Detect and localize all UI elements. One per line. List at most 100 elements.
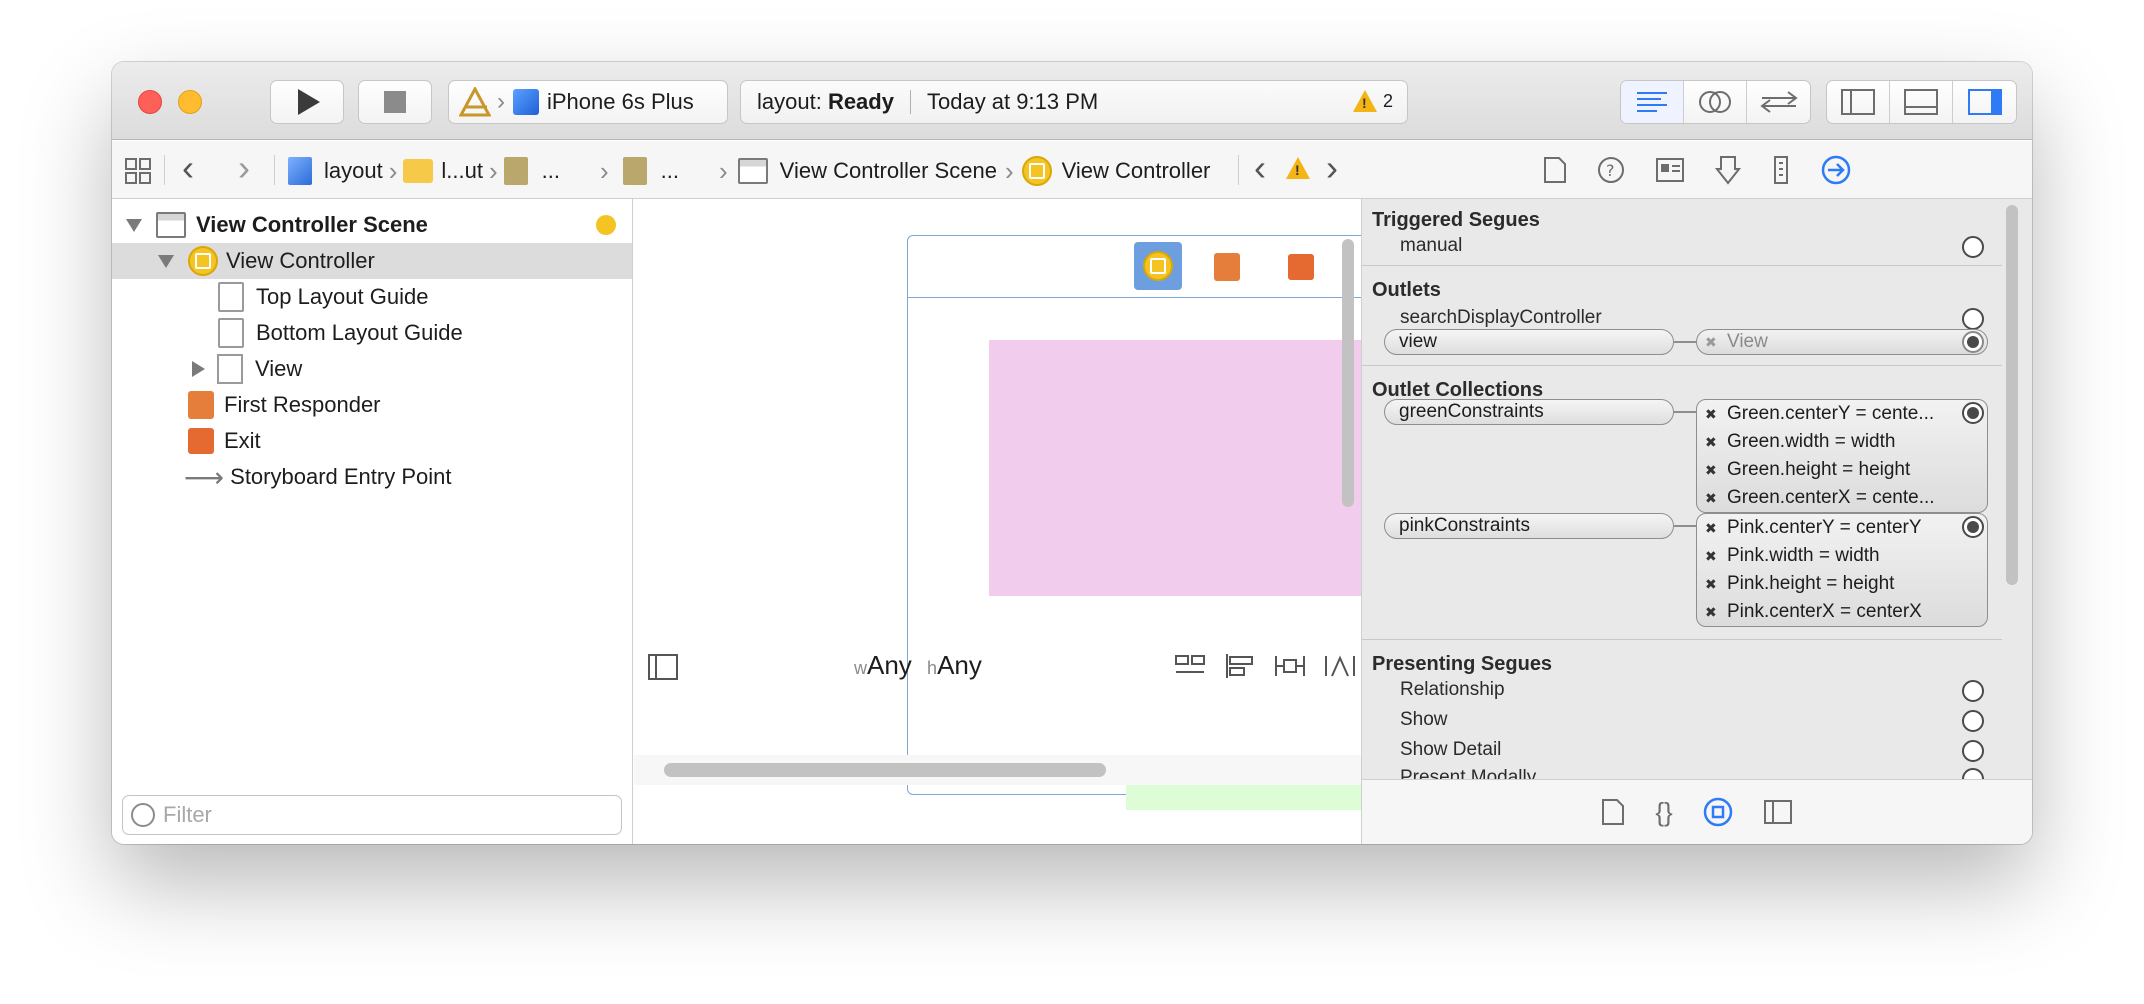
disconnect-icon[interactable]: ✖: [1705, 520, 1723, 537]
disconnect-icon[interactable]: ✖: [1705, 490, 1723, 507]
quick-help-icon[interactable]: ?: [1597, 156, 1625, 184]
run-button[interactable]: [270, 80, 344, 124]
file-template-library-icon[interactable]: [1601, 798, 1625, 826]
close-button[interactable]: [138, 90, 162, 114]
previous-issue-icon[interactable]: ‹: [1254, 147, 1266, 189]
collection-green-pill[interactable]: greenConstraints: [1384, 399, 1674, 425]
back-arrow-icon[interactable]: ‹: [182, 147, 194, 189]
standard-editor-button[interactable]: [1621, 81, 1684, 123]
connect-manual-circle[interactable]: [1962, 236, 1984, 258]
dock-view-controller-button[interactable]: [1134, 242, 1182, 290]
pink-constraint-label: Pink.centerY = centerY: [1727, 517, 1922, 538]
outline-item-view[interactable]: View: [192, 351, 302, 387]
canvas-vertical-scrollbar[interactable]: [1342, 239, 1354, 507]
breadcrumb-file[interactable]: ...: [542, 158, 560, 184]
file-inspector-icon[interactable]: [1543, 156, 1567, 184]
next-issue-icon[interactable]: ›: [1326, 147, 1338, 189]
chevron-right-icon: ›: [497, 88, 505, 115]
size-class-control[interactable]: wAny hAny: [854, 650, 982, 681]
outlet-view-pill[interactable]: view: [1384, 329, 1674, 355]
disconnect-icon[interactable]: ✖: [1705, 434, 1723, 451]
breadcrumb-group[interactable]: l...ut: [441, 158, 483, 184]
minimize-button[interactable]: [178, 90, 202, 114]
connect-green-circle[interactable]: [1962, 402, 1984, 424]
dock-exit-icon[interactable]: [1288, 254, 1314, 280]
disclosure-open-icon[interactable]: [126, 218, 142, 232]
collection-pink-pill[interactable]: pinkConstraints: [1384, 513, 1674, 539]
disconnect-icon[interactable]: ✖: [1705, 548, 1723, 565]
identity-inspector-icon[interactable]: [1655, 157, 1685, 183]
connect-pink-circle[interactable]: [1962, 516, 1984, 538]
assistant-editor-icon: [1699, 91, 1731, 113]
disclosure-closed-icon[interactable]: [192, 361, 205, 377]
attributes-inspector-icon[interactable]: [1715, 155, 1741, 185]
outline-item-exit[interactable]: Exit: [188, 423, 261, 459]
breadcrumb-scene[interactable]: View Controller Scene: [780, 158, 997, 184]
outline-item-view-controller[interactable]: View Controller: [158, 243, 375, 279]
related-items-icon[interactable]: [124, 157, 152, 185]
resolve-issues-icon[interactable]: [1324, 652, 1356, 680]
version-editor-button[interactable]: [1747, 81, 1810, 123]
disconnect-icon[interactable]: ✖: [1705, 406, 1723, 423]
toggle-navigator-button[interactable]: [1827, 81, 1890, 123]
outline-item-first-responder[interactable]: First Responder: [188, 387, 381, 423]
scene-status-icon[interactable]: [596, 215, 616, 235]
dock-first-responder-icon[interactable]: [1214, 253, 1240, 281]
object-library-icon[interactable]: [1703, 797, 1733, 827]
disconnect-icon[interactable]: ✖: [1705, 462, 1723, 479]
pin-icon[interactable]: [1274, 652, 1306, 680]
outline-item-entry-point[interactable]: ⟶ Storyboard Entry Point: [184, 459, 451, 495]
toggle-outline-icon[interactable]: [648, 654, 678, 680]
connection-line: [1674, 411, 1696, 413]
breadcrumb-view-controller[interactable]: View Controller: [1062, 158, 1211, 184]
connect-show-detail-circle[interactable]: [1962, 740, 1984, 762]
align-icon[interactable]: [1224, 652, 1256, 680]
scheme-selector[interactable]: › iPhone 6s Plus: [448, 80, 728, 124]
segue-manual-label: manual: [1400, 235, 1463, 256]
filter-placeholder: Filter: [163, 802, 212, 827]
outline-item-top-layout-guide[interactable]: Top Layout Guide: [218, 279, 428, 315]
connect-relationship-circle[interactable]: [1962, 680, 1984, 702]
scheme-device-label: iPhone 6s Plus: [547, 89, 694, 114]
warning-icon[interactable]: [1286, 157, 1310, 179]
connect-show-circle[interactable]: [1962, 710, 1984, 732]
pink-constraint-label: Pink.width = width: [1727, 545, 1880, 566]
disconnect-icon[interactable]: ✖: [1705, 576, 1723, 593]
toggle-utilities-button[interactable]: [1953, 81, 2016, 123]
media-library-icon[interactable]: [1763, 799, 1793, 825]
disconnect-icon[interactable]: ✖: [1705, 334, 1723, 351]
forward-arrow-icon[interactable]: ›: [238, 147, 250, 189]
disconnect-icon[interactable]: ✖: [1705, 604, 1723, 621]
pink-view[interactable]: [989, 340, 1361, 596]
exit-icon: [188, 428, 214, 454]
pink-constraint-row: ✖ Pink.centerY = centerY: [1697, 514, 1987, 542]
breadcrumb-base[interactable]: ...: [661, 158, 679, 184]
toggle-debug-button[interactable]: [1890, 81, 1953, 123]
section-divider: [1362, 365, 2002, 366]
connect-search-display-circle[interactable]: [1962, 308, 1984, 330]
folder-icon: [403, 159, 434, 183]
outline-label: View Controller Scene: [196, 212, 428, 237]
filter-field[interactable]: Filter: [122, 795, 622, 835]
size-inspector-icon[interactable]: [1771, 155, 1791, 185]
view-toggle-control: [1826, 80, 2017, 124]
section-title-presenting-segues: Presenting Segues: [1372, 653, 1553, 675]
breadcrumb-project[interactable]: layout: [324, 158, 383, 184]
inspector-scrollbar[interactable]: [2006, 205, 2018, 585]
outline-item-scene[interactable]: View Controller Scene: [126, 207, 428, 243]
green-constraint-label: Green.width = width: [1727, 431, 1896, 452]
section-title-triggered-segues: Triggered Segues: [1372, 209, 1540, 231]
connections-inspector-icon[interactable]: [1821, 155, 1851, 185]
stack-icon[interactable]: [1174, 652, 1206, 680]
connect-view-circle[interactable]: [1962, 331, 1984, 353]
assistant-editor-button[interactable]: [1684, 81, 1747, 123]
code-snippet-library-icon[interactable]: {}: [1655, 797, 1672, 828]
outlet-view-target: ✖ View: [1696, 329, 1988, 355]
outline-item-bottom-layout-guide[interactable]: Bottom Layout Guide: [218, 315, 463, 351]
stop-button[interactable]: [358, 80, 432, 124]
disclosure-open-icon[interactable]: [158, 254, 174, 268]
warning-indicator[interactable]: 2: [1352, 90, 1393, 112]
outline-label: Storyboard Entry Point: [230, 464, 452, 489]
connect-present-modally-circle[interactable]: [1962, 768, 1984, 779]
section-title-outlets: Outlets: [1372, 279, 1441, 301]
